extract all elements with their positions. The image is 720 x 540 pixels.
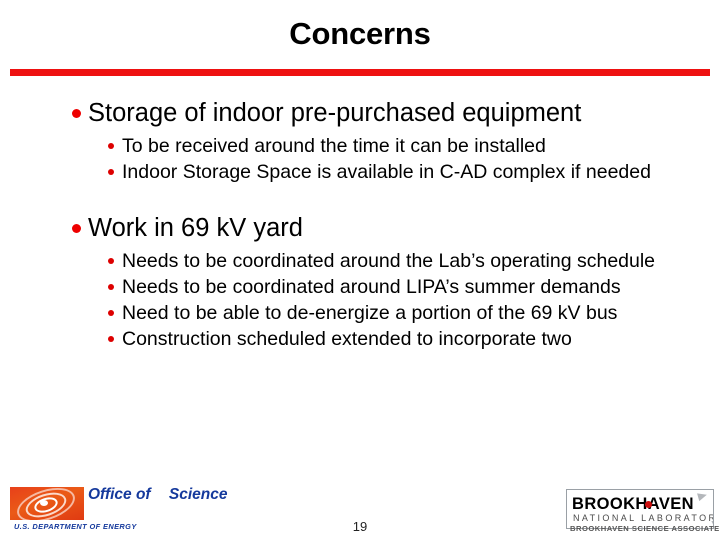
bullet-level2-label: Indoor Storage Space is available in C-A… (122, 161, 651, 183)
doe-office-of-science-logo: Office of Science U.S. DEPARTMENT OF ENE… (8, 486, 228, 534)
swirl-core (40, 500, 48, 506)
bullet-level2-label: To be received around the time it can be… (122, 135, 546, 157)
bullet-level1-label: Storage of indoor pre-purchased equipmen… (88, 99, 582, 127)
bullet-level2-label: Needs to be coordinated around the Lab’s… (122, 250, 656, 272)
bullet-dot-icon (108, 284, 114, 290)
bullet-level2-label: Needs to be coordinated around LIPA’s su… (122, 276, 621, 298)
doe-swirl-icon (10, 487, 84, 520)
page-number: 19 (352, 519, 368, 534)
doe-wordmark-of: of (135, 486, 151, 503)
bullet-level1: Storage of indoor pre-purchased equipmen… (0, 96, 720, 131)
bnl-red-dot-icon (645, 501, 652, 508)
bullet-dot-icon (108, 169, 114, 175)
bullet-dot-icon (108, 310, 114, 316)
brookhaven-national-laboratory-logo: BROOKHAVEN NATIONAL LABORATORY (566, 489, 714, 529)
page-title: Concerns (289, 16, 431, 51)
bnl-subtitle-label: NATIONAL LABORATORY (573, 513, 714, 523)
bullet-level1: Work in 69 kV yard (0, 211, 720, 246)
bullet-level2: Indoor Storage Space is available in C-A… (0, 159, 720, 185)
slide-canvas: Concerns Storage of indoor pre-purchased… (0, 0, 720, 540)
bullet-dot-icon (72, 224, 81, 233)
bullet-dot-icon (108, 336, 114, 342)
brookhaven-science-associates-label: BROOKHAVEN SCIENCE ASSOCIATES (570, 524, 720, 533)
bullet-level2: Needs to be coordinated around LIPA’s su… (0, 274, 720, 300)
bullet-level2-label: Construction scheduled extended to incor… (122, 328, 572, 350)
bullet-level2: Need to be able to de-energize a portion… (0, 300, 720, 326)
title-divider-rule (10, 69, 710, 76)
slide-body: Storage of indoor pre-purchased equipmen… (0, 96, 720, 352)
bullet-dot-icon (108, 258, 114, 264)
bullet-level2: Needs to be coordinated around the Lab’s… (0, 248, 720, 274)
bullet-dot-icon (108, 143, 114, 149)
doe-wordmark-line1: Office (88, 486, 132, 503)
bullet-level1-label: Work in 69 kV yard (88, 214, 303, 242)
bullet-dot-icon (72, 109, 81, 118)
doe-wordmark: Office of Science (88, 486, 228, 503)
bullet-level2: To be received around the time it can be… (0, 133, 720, 159)
bullet-level2-label: Need to be able to de-energize a portion… (122, 302, 618, 324)
bullet-level2: Construction scheduled extended to incor… (0, 326, 720, 352)
doe-department-label: U.S. DEPARTMENT OF ENERGY (14, 522, 137, 531)
doe-wordmark-line2: Science (168, 486, 228, 503)
bnl-name-label: BROOKHAVEN (572, 495, 694, 513)
